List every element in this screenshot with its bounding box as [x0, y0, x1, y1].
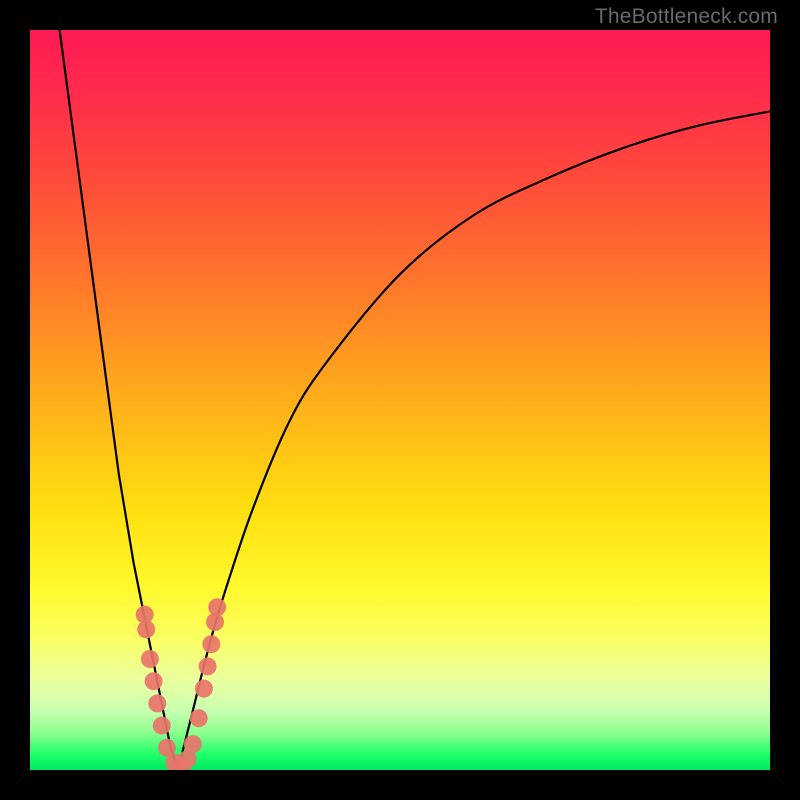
marker-point — [195, 680, 213, 698]
marker-point — [137, 620, 155, 638]
marker-point — [148, 694, 166, 712]
plot-area — [30, 30, 770, 770]
marker-point — [184, 735, 202, 753]
marker-point — [145, 672, 163, 690]
scatter-markers — [136, 598, 227, 770]
chart-frame: TheBottleneck.com — [0, 0, 800, 800]
marker-point — [153, 717, 171, 735]
marker-point — [199, 657, 217, 675]
right-branch-line — [178, 111, 770, 770]
marker-point — [208, 598, 226, 616]
left-branch-line — [60, 30, 178, 770]
watermark-text: TheBottleneck.com — [595, 5, 778, 29]
marker-point — [190, 709, 208, 727]
marker-point — [202, 635, 220, 653]
curve-lines — [60, 30, 770, 770]
marker-point — [141, 650, 159, 668]
chart-svg — [30, 30, 770, 770]
